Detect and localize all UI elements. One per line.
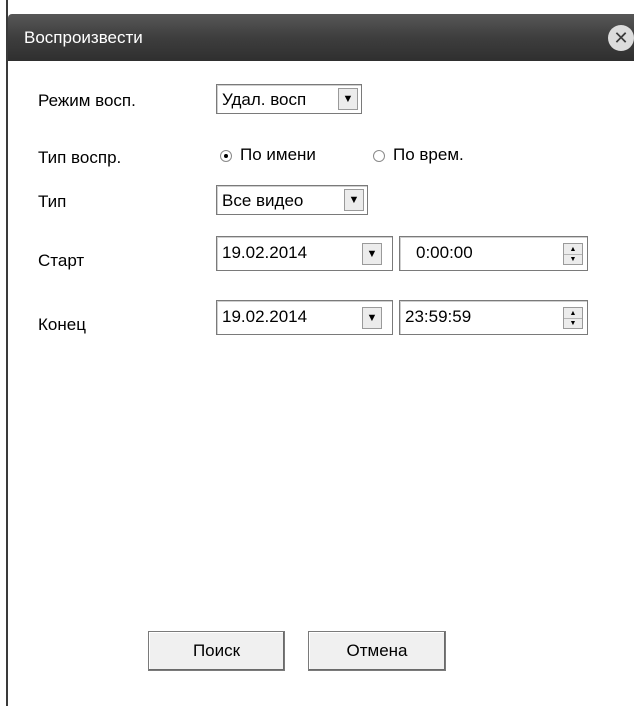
- by-time-label[interactable]: По врем.: [393, 145, 464, 165]
- start-time-field[interactable]: 0:00:00 ▲ ▼: [399, 236, 588, 271]
- end-date-picker[interactable]: 19.02.2014 ▼: [216, 300, 393, 335]
- end-time-value: 23:59:59: [405, 307, 472, 326]
- type-value: Все видео: [222, 191, 304, 210]
- play-type-label: Тип воспр.: [38, 148, 122, 167]
- spin-down-icon[interactable]: ▼: [564, 254, 582, 264]
- play-type-radio-group: По имени По врем.: [220, 145, 520, 167]
- end-time-spinner[interactable]: ▲ ▼: [563, 307, 583, 329]
- end-time-field[interactable]: 23:59:59 ▲ ▼: [399, 300, 588, 335]
- spin-down-icon[interactable]: ▼: [564, 318, 582, 328]
- playback-mode-dropdown-button[interactable]: ▼: [338, 88, 358, 110]
- start-date-value: 19.02.2014: [222, 243, 308, 262]
- cancel-button[interactable]: Отмена: [308, 631, 446, 671]
- end-date-dropdown-button[interactable]: ▼: [362, 307, 382, 329]
- by-name-radio[interactable]: [220, 150, 232, 162]
- chevron-down-icon: ▼: [342, 93, 354, 105]
- playback-mode-select[interactable]: Удал. восп ▼: [216, 84, 362, 114]
- type-dropdown-button[interactable]: ▼: [344, 189, 364, 211]
- type-select[interactable]: Все видео ▼: [216, 185, 368, 215]
- search-button[interactable]: Поиск: [148, 631, 285, 671]
- by-time-radio[interactable]: [373, 150, 385, 162]
- start-date-dropdown-button[interactable]: ▼: [362, 243, 382, 265]
- chevron-down-icon: ▼: [366, 248, 378, 260]
- start-time-value: 0:00:00: [416, 243, 473, 262]
- playback-mode-value: Удал. восп: [222, 90, 307, 109]
- start-time-spinner[interactable]: ▲ ▼: [563, 243, 583, 265]
- playback-mode-label: Режим восп.: [38, 91, 136, 110]
- type-label: Тип: [38, 192, 67, 211]
- start-date-picker[interactable]: 19.02.2014 ▼: [216, 236, 393, 271]
- chevron-down-icon: ▼: [348, 194, 360, 206]
- by-name-label[interactable]: По имени: [240, 145, 316, 165]
- title-bar[interactable]: Воспроизвести ✕: [8, 14, 634, 61]
- start-label: Старт: [38, 251, 85, 270]
- chevron-down-icon: ▼: [366, 312, 378, 324]
- dialog-title: Воспроизвести: [24, 28, 143, 47]
- end-date-value: 19.02.2014: [222, 307, 308, 326]
- close-icon: ✕: [613, 28, 629, 48]
- end-label: Конец: [38, 315, 86, 334]
- playback-dialog: Воспроизвести ✕ Режим восп. Удал. восп ▼…: [6, 0, 634, 706]
- close-button[interactable]: ✕: [608, 25, 634, 51]
